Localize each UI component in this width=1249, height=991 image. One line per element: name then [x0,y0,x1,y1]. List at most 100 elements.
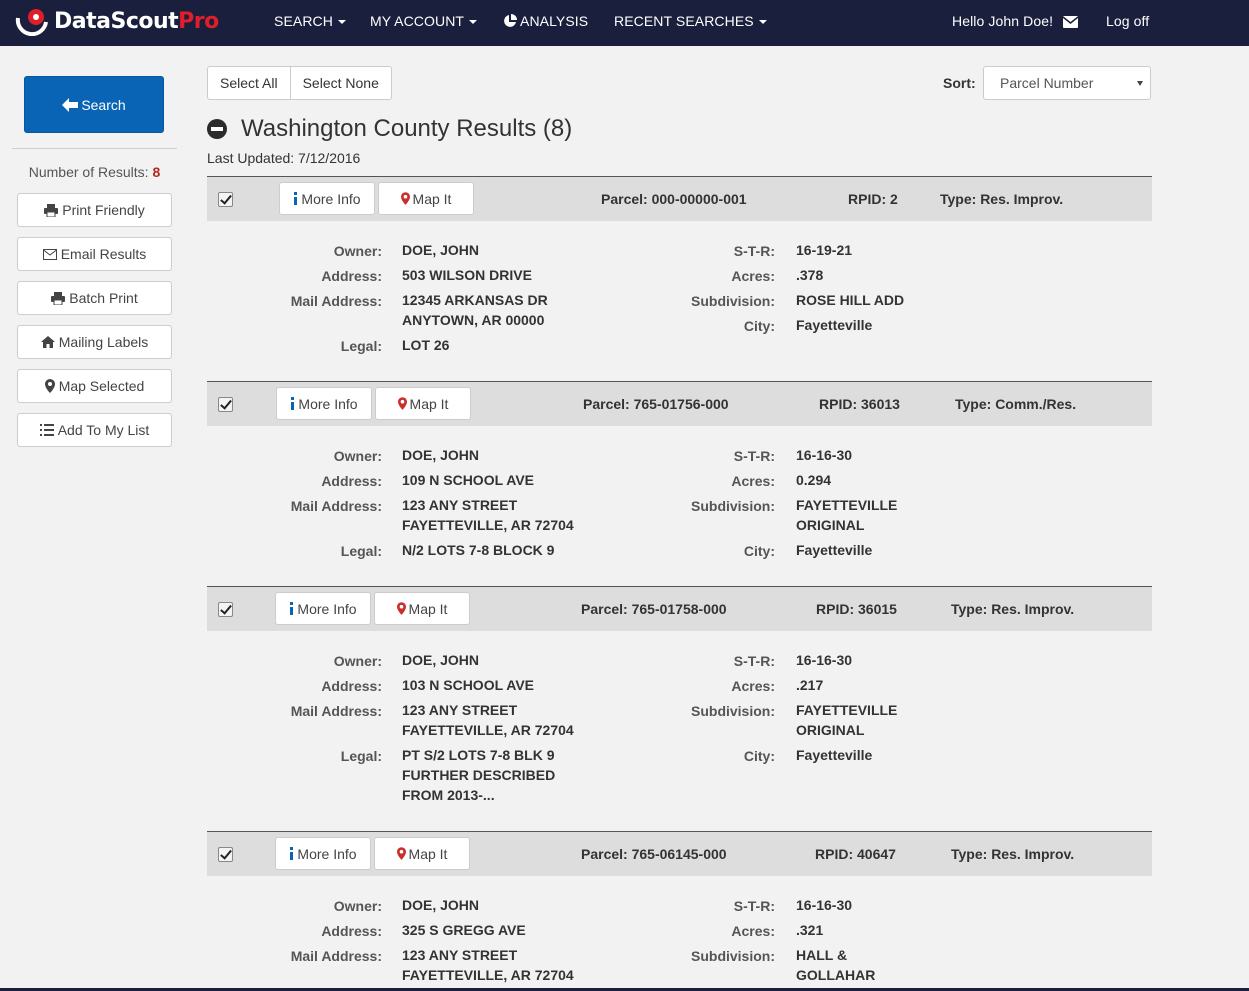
email-results-button[interactable]: Email Results [17,237,172,271]
nav-search-menu[interactable]: SEARCH [274,13,346,29]
sort-label: Sort: [943,75,976,91]
owner-value: DOE, JOHN [402,242,480,258]
more-info-button[interactable]: More Info [279,182,375,215]
result-header: More Info Map It Parcel: 765-01758-000 R… [207,586,1152,631]
result-card: More Info Map It Parcel: 765-06145-000 R… [207,831,1152,991]
legal-value-line1: PT S/2 LOTS 7-8 BLK 9 [402,747,555,763]
select-none-button[interactable]: Select None [289,67,391,99]
map-it-button[interactable]: Map It [374,837,470,870]
legal-value-line3: FROM 2013-... [402,787,495,803]
str-value: 16-16-30 [796,447,853,463]
str-label: S-T-R: [733,653,775,669]
parcel-number: Parcel: 000-00000-001 [601,191,747,207]
mail-address-line1: 123 ANY STREET [402,947,518,963]
rpid: RPID: 2 [848,191,898,207]
address-label: Address: [321,473,382,489]
property-type: Type: Comm./Res. [955,396,1077,412]
collapse-minus-icon[interactable] [207,119,227,139]
result-checkbox[interactable] [218,602,233,617]
more-info-button[interactable]: More Info [275,837,371,870]
select-all-button[interactable]: Select All [208,67,290,99]
legal-label: Legal: [340,543,382,559]
map-marker-icon [44,379,55,393]
pie-chart-icon [503,14,517,31]
map-it-button[interactable]: Map It [378,182,474,215]
result-checkbox[interactable] [218,192,233,207]
subdivision-label: Subdivision: [691,498,775,514]
address-label: Address: [321,923,382,939]
caret-down-icon [758,20,767,25]
result-details: Owner: DOE, JOHN Address: 109 N SCHOOL A… [207,426,1152,586]
str-value: 16-16-30 [796,897,853,913]
selection-button-group: Select All Select None [207,66,392,100]
owner-label: Owner: [333,243,382,259]
subdivision-value-line1: HALL & [796,947,848,963]
map-marker-icon [396,602,406,615]
mailing-labels-button[interactable]: Mailing Labels [17,325,172,359]
back-to-search-button[interactable]: Search [24,76,164,133]
subdivision-value: ROSE HILL ADD [796,292,905,308]
str-label: S-T-R: [733,898,775,914]
result-header: More Info Map It Parcel: 000-00000-001 R… [207,176,1152,221]
legal-label: Legal: [340,338,382,354]
map-marker-icon [400,192,410,205]
result-checkbox[interactable] [218,847,233,862]
rpid: RPID: 40647 [815,846,896,862]
nav-recent-searches-menu[interactable]: RECENT SEARCHES [614,13,767,29]
map-selected-button[interactable]: Map Selected [17,369,172,403]
brand-logo[interactable]: DataScoutPro [14,5,219,37]
print-icon [44,203,59,217]
nav-logoff-link[interactable]: Log off [1106,13,1149,29]
property-type: Type: Res. Improv. [951,601,1075,617]
batch-print-button[interactable]: Batch Print [17,281,172,315]
city-value: Fayetteville [796,542,873,558]
legal-value-line2: FURTHER DESCRIBED [402,767,556,783]
nav-my-account-menu[interactable]: MY ACCOUNT [370,13,478,29]
str-label: S-T-R: [733,243,775,259]
address-label: Address: [321,268,382,284]
acres-label: Acres: [731,473,775,489]
legal-value: N/2 LOTS 7-8 BLOCK 9 [402,542,555,558]
info-icon [291,397,295,410]
address-label: Address: [321,678,382,694]
city-value: Fayetteville [796,317,873,333]
envelope-icon [42,248,57,260]
result-header: More Info Map It Parcel: 765-06145-000 R… [207,831,1152,876]
results-count: Number of Results: 8 [28,164,161,180]
more-info-button[interactable]: More Info [275,592,371,625]
subdivision-value-line1: FAYETTEVILLE [796,702,898,718]
city-label: City: [743,543,775,559]
subdivision-value-line2: ORIGINAL [796,722,865,738]
map-it-button[interactable]: Map It [374,592,470,625]
city-value: Fayetteville [796,747,873,763]
mail-address-label: Mail Address: [290,948,382,964]
county-results-header: Washington County Results (8) [207,114,572,144]
sort-select[interactable]: Parcel Number [983,66,1151,100]
address-value: 109 N SCHOOL AVE [402,472,535,488]
sort-selected-value: Parcel Number [1000,75,1094,91]
map-it-button[interactable]: Map It [375,387,471,420]
arrow-left-icon [62,97,79,112]
acres-value: .378 [796,267,824,283]
mail-address-line2: ANYTOWN, AR 00000 [402,312,545,328]
result-checkbox[interactable] [218,397,233,412]
result-details: Owner: DOE, JOHN Address: 103 N SCHOOL A… [207,631,1152,831]
add-to-my-list-button[interactable]: Add To My List [17,413,172,447]
acres-value: .321 [796,922,824,938]
address-value: 503 WILSON DRIVE [402,267,532,283]
more-info-button[interactable]: More Info [276,387,372,420]
envelope-icon[interactable] [1062,15,1079,31]
subdivision-label: Subdivision: [691,703,775,719]
parcel-number: Parcel: 765-06145-000 [581,846,727,862]
parcel-number: Parcel: 765-01756-000 [583,396,729,412]
print-friendly-button[interactable]: Print Friendly [17,193,172,227]
result-details: Owner: DOE, JOHN Address: 503 WILSON DRI… [207,221,1152,381]
nav-analysis-link[interactable]: ANALYSIS [503,13,588,31]
nav-greeting[interactable]: Hello John Doe! [952,13,1081,31]
info-icon [290,847,294,860]
county-results-title: Washington County Results (8) [241,115,573,142]
parcel-number: Parcel: 765-01758-000 [581,601,727,617]
last-updated: Last Updated: 7/12/2016 [207,150,361,166]
logo-icon [14,6,50,37]
brand-name: DataScoutPro [54,8,219,34]
